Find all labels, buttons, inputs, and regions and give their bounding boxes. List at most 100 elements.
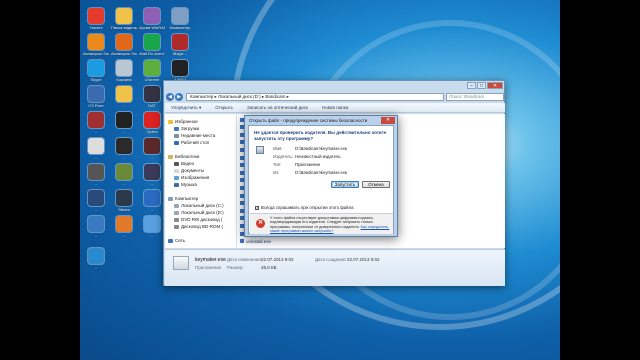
detail-size-label: Размер: xyxy=(227,265,244,270)
security-warning-dialog[interactable]: Открыть файл - предупреждение системы бе… xyxy=(244,115,398,237)
archive-icon xyxy=(144,8,160,24)
field-name-value: D:\Bandicam\keymaker.exe xyxy=(295,146,348,151)
run-button[interactable]: Запустить xyxy=(331,181,359,188)
nav-favorites[interactable]: Избранное xyxy=(168,119,198,124)
cancel-button[interactable]: Отмена xyxy=(362,181,390,188)
desktop-icon-skype[interactable]: Skype xyxy=(83,60,109,82)
desktop-icon-steam[interactable]: Steam xyxy=(111,190,137,212)
nav-dvd[interactable]: DVD RW дисковод ( xyxy=(174,217,222,222)
nav-downloads[interactable]: Загрузки xyxy=(174,126,199,131)
desktop-icon-movie[interactable]: ... xyxy=(83,164,109,186)
nav-disk-d[interactable]: Локальный диск (D:) xyxy=(174,210,224,215)
file-row[interactable]: uninstall.exe xyxy=(240,239,271,244)
navigation-pane: Избранное Загрузки Недавние места Рабочи… xyxy=(165,114,237,248)
desktop-icon-minecraft[interactable]: ... xyxy=(111,164,137,186)
back-arrow-icon[interactable]: ◀ xyxy=(166,92,174,101)
detail-size: 45,0 КБ xyxy=(261,265,277,270)
desktop-icon-stalker[interactable]: ... xyxy=(111,138,137,160)
desktop-icon-yandex[interactable]: Yandex xyxy=(83,8,109,30)
nav-recent[interactable]: Недавние места xyxy=(174,133,215,138)
desktop-icon-ashampoo2[interactable]: Ashampoo Snap... xyxy=(111,34,137,56)
nav-libraries[interactable]: Библиотеки xyxy=(168,154,199,159)
nav-music[interactable]: Музыка xyxy=(174,182,197,187)
doc-icon xyxy=(88,138,104,154)
yandex-icon xyxy=(88,8,104,24)
desktop-icon-label: Yandex xyxy=(89,25,103,30)
dvd-icon xyxy=(174,217,179,222)
maximize-button[interactable]: □ xyxy=(477,82,486,89)
desktop-icon-ashampoo[interactable]: Ashampoo Snap 8 xyxy=(83,34,109,56)
close-button[interactable]: ✕ xyxy=(487,82,503,89)
desktop-icon-archive[interactable]: Архив WinRAR.zip xyxy=(139,8,165,30)
desktop-icon-vpn[interactable]: ... xyxy=(139,190,165,212)
orange-icon xyxy=(116,216,132,232)
desktop-icon-trash[interactable]: Корзина xyxy=(111,60,137,82)
desktop-icon-label: ... xyxy=(150,207,154,212)
opera-icon xyxy=(144,112,160,128)
desktop-icon-dat[interactable]: DAT xyxy=(139,86,165,108)
downloads-icon xyxy=(174,126,179,131)
nav-bd[interactable]: Дисковод BD-ROM ( xyxy=(174,224,223,229)
desktop-icon-torrent[interactable]: uTorrent xyxy=(139,60,165,82)
application-icon xyxy=(256,146,264,154)
nav-computer[interactable]: Компьютер xyxy=(168,196,198,201)
desktop-icon-label: ... xyxy=(122,103,126,108)
detail-modified: 22.07.2013 9:02 xyxy=(261,257,294,262)
desktop-icon-opera[interactable]: Opera xyxy=(139,112,165,134)
desktop-icon-sky[interactable]: ... xyxy=(139,216,165,238)
open-button[interactable]: Открыть xyxy=(215,105,233,110)
desktop-icon-cs-fixer[interactable]: CS Fixer xyxy=(83,86,109,108)
desktop-icon-mail-agent[interactable]: Mail.Ru Агент xyxy=(139,34,165,56)
cs-fixer-icon xyxy=(88,86,104,102)
always-ask-checkbox[interactable]: ✓ Всегда спрашивать при открытии этого фа… xyxy=(255,205,353,210)
desktop-icon-magic-guitar[interactable]: Magic... xyxy=(167,34,193,56)
desktop-icon-virus[interactable]: ... xyxy=(83,216,109,238)
vpn-icon xyxy=(144,190,160,206)
desktop-icon-cameleon[interactable]: ... xyxy=(83,112,109,134)
dialog-heading: Не удается проверить издателя. Вы действ… xyxy=(254,130,387,141)
address-bar[interactable]: Компьютер ▸ Локальный диск (D:) ▸ Bandic… xyxy=(186,92,444,101)
nav-video[interactable]: Видео xyxy=(174,161,194,166)
desktop-icon-kingdom[interactable]: ... xyxy=(139,138,165,160)
minimize-button[interactable]: – xyxy=(467,82,476,89)
nav-images[interactable]: Изображения xyxy=(174,175,209,180)
search-input[interactable]: Поиск: Bandicam xyxy=(446,92,504,101)
organize-button[interactable]: Упорядочить ▾ xyxy=(171,105,201,111)
desktop-icon-label: Magic... xyxy=(172,51,187,56)
forward-arrow-icon[interactable]: ▶ xyxy=(175,92,183,101)
file-name: uninstall.exe xyxy=(246,238,272,244)
desktop-icon-orange[interactable]: ... xyxy=(111,216,137,238)
drive-icon xyxy=(174,210,179,215)
desktop-icon-game2[interactable]: ... xyxy=(139,164,165,186)
desktop-icon-aimp[interactable]: AIMP3 xyxy=(167,60,193,82)
desktop-icon-papka[interactable]: Папка видеокам... xyxy=(111,8,137,30)
field-from-value: D:\Bandicam\keymaker.exe xyxy=(295,170,348,175)
folder1-icon xyxy=(116,86,132,102)
exe-file-icon xyxy=(173,256,189,270)
desktop-icon-label: ... xyxy=(94,181,98,186)
nav-label: Локальный диск (C:) xyxy=(181,203,224,208)
nav-documents[interactable]: Документы xyxy=(174,168,204,173)
desktop-icon-label: ... xyxy=(94,207,98,212)
desktop-icon-label: uTorrent xyxy=(144,77,160,82)
nav-label: DVD RW дисковод ( xyxy=(181,217,223,222)
desktop-icon-label: Ashampoo Snap... xyxy=(111,51,137,56)
desktop-icon-label: ... xyxy=(122,155,126,160)
magic-guitar-icon xyxy=(172,34,188,50)
desktop-icon-label: Архив WinRAR.zip xyxy=(139,25,165,30)
new-folder-button[interactable]: Новая папка xyxy=(322,105,348,110)
nav-network[interactable]: Сеть xyxy=(168,238,185,243)
desktop-icon-label: ... xyxy=(94,265,98,270)
dat-icon xyxy=(144,86,160,102)
burn-button[interactable]: Записать на оптический диск xyxy=(247,105,308,110)
desktop-icon-graphics[interactable]: ... xyxy=(83,190,109,212)
desktop-icon-computer[interactable]: Компьютер xyxy=(167,8,193,30)
nav-disk-c[interactable]: Локальный диск (C:) xyxy=(174,203,224,208)
field-type-label: Тип: xyxy=(273,162,282,167)
desktop-icon-cheat[interactable]: ... xyxy=(111,112,137,134)
dialog-close-button[interactable]: ✕ xyxy=(381,117,395,124)
nav-desktop[interactable]: Рабочий стол xyxy=(174,140,209,145)
desktop-icon-ie[interactable]: ... xyxy=(83,248,109,270)
desktop-icon-doc[interactable]: ... xyxy=(83,138,109,160)
desktop-icon-folder1[interactable]: ... xyxy=(111,86,137,108)
